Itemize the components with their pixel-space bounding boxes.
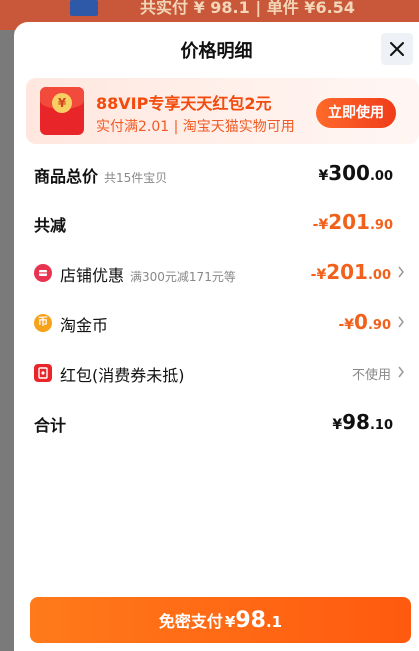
promo-subtitle: 实付满2.01 | 淘宝天猫实物可用	[96, 119, 295, 135]
pay-button-label: 免密支付	[158, 612, 223, 631]
store-discount-label: 店铺优惠 满300元减171元等	[60, 266, 236, 285]
taojinbi-label: 淘金币	[60, 316, 109, 335]
price-detail-sheet: 价格明细 ¥ 88VIP专享天天红包2元 实付满2.01 | 淘宝天猫实物可用 …	[14, 22, 419, 651]
chevron-right-icon	[398, 316, 404, 328]
chevron-right-icon	[398, 266, 404, 278]
red-packet-icon: ¥	[40, 87, 84, 135]
hongbao-icon	[34, 364, 52, 382]
use-now-button[interactable]: 立即使用	[316, 98, 396, 128]
background-price-summary: 共实付 ¥ 98.1 | 单件 ¥6.54	[140, 0, 355, 17]
vip-red-packet-banner: ¥ 88VIP专享天天红包2元 实付满2.01 | 淘宝天猫实物可用 立即使用	[26, 78, 419, 144]
grand-total-label: 合计	[34, 416, 67, 435]
taojinbi-amount: -¥0.90	[338, 310, 391, 334]
row-grand-total: 合计 ¥98.10	[14, 408, 419, 438]
row-hongbao[interactable]: 红包(消费券未抵) 不使用	[14, 358, 419, 388]
promo-title: 88VIP专享天天红包2元	[96, 94, 272, 113]
total-reduction-amount: -¥201.90	[312, 210, 393, 234]
row-store-discount[interactable]: 店铺优惠 满300元减171元等 -¥201.00	[14, 258, 419, 288]
product-thumbnail	[70, 0, 98, 16]
hongbao-label: 红包(消费券未抵)	[60, 366, 185, 385]
taojinbi-coin-icon: 币	[34, 314, 52, 332]
store-discount-note: 满300元减171元等	[130, 270, 236, 284]
grand-total-amount: ¥98.10	[332, 410, 393, 434]
background-page-edge	[0, 30, 14, 651]
close-icon	[390, 42, 404, 56]
pay-button-amount: ¥98.1	[224, 607, 283, 633]
row-total-reduction: 共减 -¥201.90	[14, 208, 419, 238]
total-reduction-label: 共减	[34, 216, 67, 235]
row-goods-total: 商品总价 共15件宝贝 ¥300.00	[14, 159, 419, 189]
close-button[interactable]	[381, 33, 413, 65]
store-discount-amount: -¥201.00	[310, 260, 391, 284]
hongbao-value: 不使用	[351, 368, 391, 383]
store-coupon-icon	[34, 264, 52, 282]
sheet-title: 价格明细	[180, 41, 253, 62]
row-taojinbi[interactable]: 币 淘金币 -¥0.90	[14, 308, 419, 338]
sheet-header: 价格明细	[14, 22, 419, 76]
password-free-pay-button[interactable]: 免密支付 ¥98.1	[30, 597, 411, 643]
goods-total-label: 商品总价 共15件宝贝	[34, 167, 168, 186]
goods-total-amount: ¥300.00	[318, 161, 393, 185]
goods-count-note: 共15件宝贝	[104, 171, 168, 185]
chevron-right-icon	[398, 366, 404, 378]
